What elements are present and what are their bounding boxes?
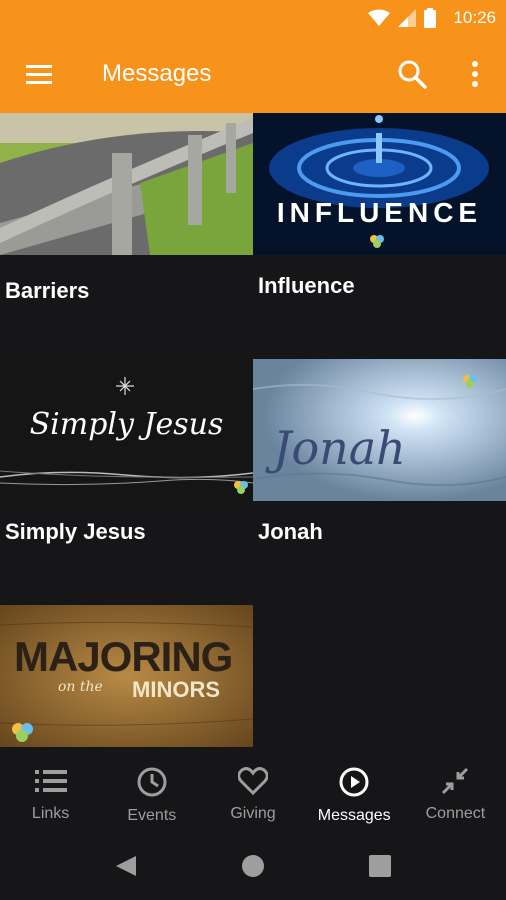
message-title: Jonah [258,519,323,544]
message-title: Simply Jesus [5,519,146,544]
message-thumbnail: MAJORING on the MINORS [0,605,253,747]
message-thumbnail: Simply Jesus [0,359,253,501]
thumb-text: Jonah [273,421,406,475]
battery-icon [424,8,436,28]
nav-label: Giving [230,805,276,822]
nav-item-giving[interactable]: Giving [202,753,303,830]
nav-item-connect[interactable]: Connect [405,753,506,830]
more-vert-icon[interactable] [462,58,488,90]
message-tile-influence[interactable]: INFLUENCE Influence [253,113,506,299]
heart-icon [238,767,268,795]
play-circle-icon [339,767,369,797]
nav-label: Connect [425,805,486,822]
home-icon[interactable] [241,854,265,878]
messages-grid: Barriers INFLUENCE Influence Simply Jesu… [0,113,506,753]
menu-icon[interactable] [24,60,54,90]
message-tile-majoring[interactable]: MAJORING on the MINORS [0,605,253,747]
nav-item-events[interactable]: Events [101,753,202,830]
status-time: 10:26 [453,8,496,27]
nav-label: Events [127,807,177,824]
message-tile-barriers[interactable]: Barriers [0,113,253,304]
message-tile-jonah[interactable]: Jonah Jonah [253,359,506,545]
page-title: Messages [102,60,212,87]
message-title: Barriers [5,278,90,303]
thumb-text-main: MAJORING [14,633,233,680]
bottom-navigation: Links Events Giving Messages Connect [0,753,506,830]
recents-icon[interactable] [369,855,391,877]
cellular-icon [398,9,416,27]
wifi-icon [368,9,390,26]
thumb-text-sub: MINORS [132,677,220,702]
nav-item-messages[interactable]: Messages [304,753,405,830]
search-icon[interactable] [396,58,428,90]
list-icon [34,770,67,792]
thumb-text: Simply Jesus [29,407,224,442]
message-thumbnail: Jonah [253,359,506,501]
message-title: Influence [258,273,355,298]
app-bar: Messages [0,36,506,113]
collapse-icon [442,767,469,795]
nav-label: Messages [317,807,391,824]
thumb-text-small: on the [58,679,103,695]
nav-label: Links [31,805,70,822]
system-navigation-bar [0,830,506,900]
message-tile-simply-jesus[interactable]: Simply Jesus Simply Jesus [0,359,253,545]
thumb-text: INFLUENCE [276,197,483,228]
back-icon[interactable] [114,854,138,878]
status-bar: 10:26 [0,0,506,36]
clock-icon [137,767,167,797]
message-thumbnail [0,113,253,255]
status-icons [368,8,436,28]
message-thumbnail: INFLUENCE [253,113,506,255]
nav-item-links[interactable]: Links [0,753,101,830]
